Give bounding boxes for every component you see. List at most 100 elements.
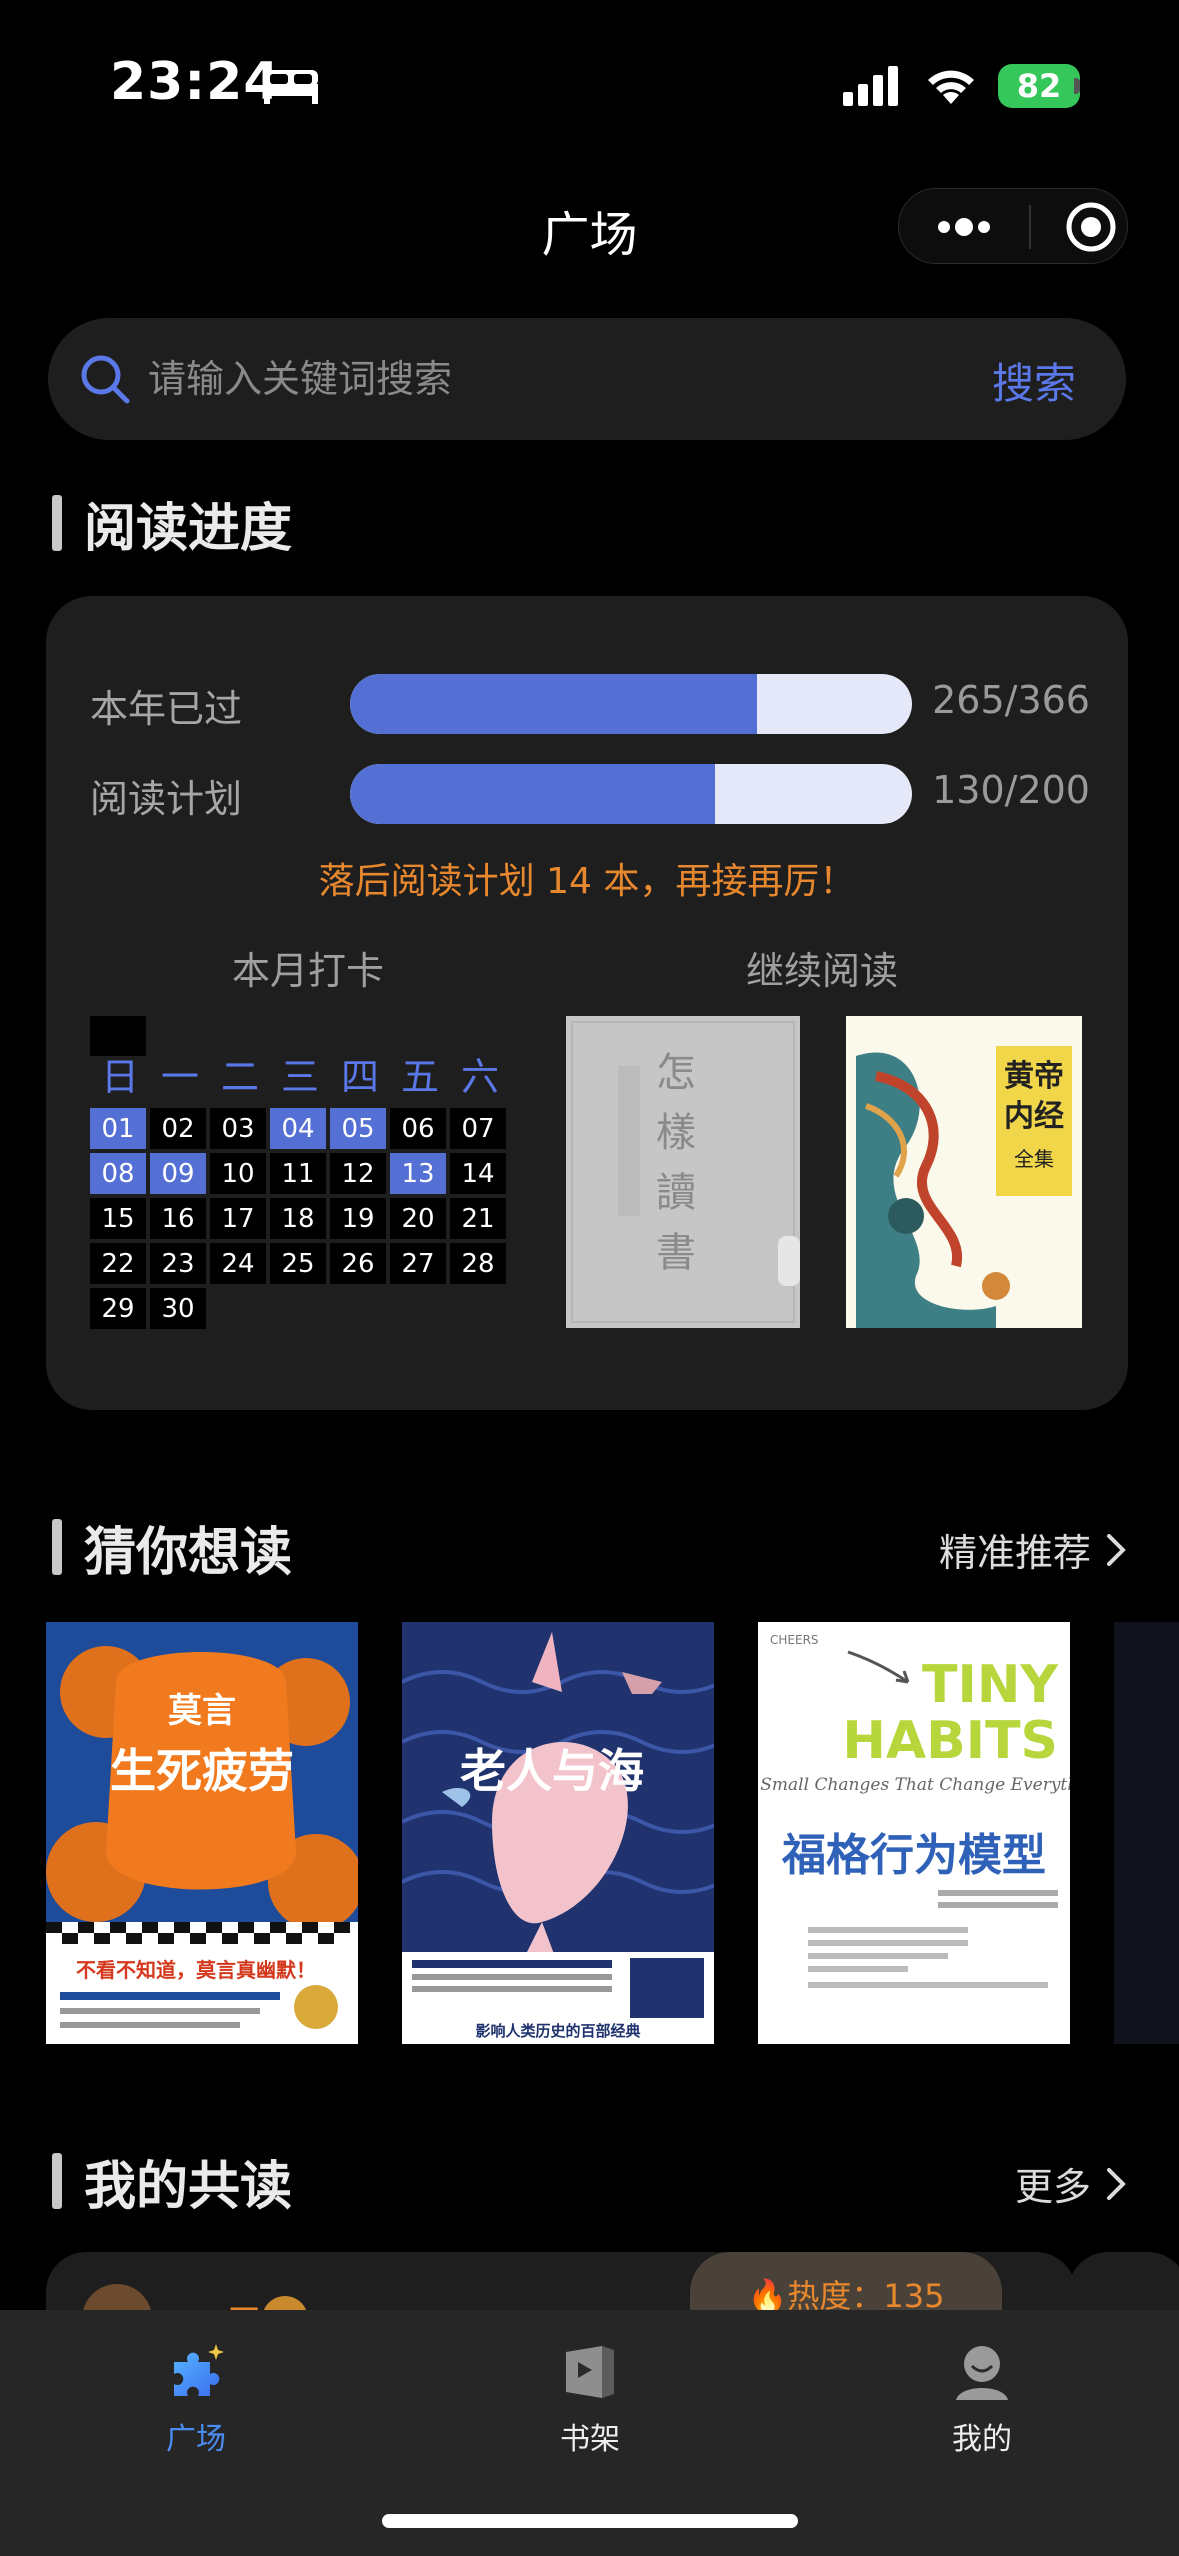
profile-icon [956,2346,1008,2400]
calendar-day: 08 [90,1153,146,1194]
progress-card: 本年已过 265/366 阅读计划 130/200 落后阅读计划 14 本，再接… [46,596,1128,1410]
search-bar[interactable]: 搜索 [48,318,1126,440]
svg-text:讀: 讀 [656,1170,696,1216]
calendar-day: 28 [450,1243,506,1284]
status-bar: 23:24 82 [0,0,1179,170]
status-time: 23:24 [110,52,281,112]
calendar-day: 29 [90,1288,146,1329]
book-headline: TINY [922,1655,1059,1715]
svg-text:樣: 樣 [656,1110,696,1156]
tab-mine[interactable]: 我的 [882,2340,1082,2480]
progress-row-plan: 阅读计划 130/200 [90,760,1090,824]
continue-book-cover[interactable]: 黄帝 内经 全集 [846,1016,1082,1328]
calendar-day: 30 [150,1288,206,1329]
search-button[interactable]: 搜索 [992,350,1076,411]
calendar-day: 01 [90,1108,146,1149]
battery-cap [1074,78,1080,94]
section-accent-bar [52,1519,62,1575]
calendar-day: 16 [150,1198,206,1239]
calendar-day: 02 [150,1108,206,1149]
target-icon[interactable] [1065,201,1117,253]
tab-label: 广场 [166,2422,226,2457]
calendar-day: 17 [210,1198,266,1239]
continue-book-cover[interactable]: 怎 樣 讀 書 [566,1016,800,1328]
weekday-label: 二 [220,1055,259,1099]
calendar-day: 04 [270,1108,326,1149]
puzzle-icon [174,2344,224,2396]
book-title: 老人与海 [460,1744,644,1798]
book-title: 福格行为模型 [781,1830,1046,1881]
calendar-day: 10 [210,1153,266,1194]
calendar-day: 22 [90,1243,146,1284]
tab-label: 书架 [560,2422,620,2457]
svg-text:書: 書 [656,1230,696,1276]
calendar-day: 19 [330,1198,386,1239]
coread-more-label: 更多 [1014,2165,1091,2209]
svg-text:全集: 全集 [1014,1147,1054,1171]
weekday-label: 四 [340,1055,379,1099]
wifi-icon [928,70,974,104]
checkin-calendar: 01 02 03 04 05 06 07 08 09 10 11 12 13 14 15 16 17 18 19 20… [90,1108,510,1329]
battery-level: 82 [1016,67,1062,105]
calendar-day: 05 [330,1108,386,1149]
book-title: 生死疲劳 [110,1744,294,1798]
book-tagline: 影响人类历史的百部经典 [475,2022,640,2040]
calendar-day: 24 [210,1243,266,1284]
section-accent-bar [52,2153,62,2209]
search-input[interactable] [148,348,908,410]
recommend-section-header: 猜你想读 [52,1512,292,1583]
calendar-day: 15 [90,1198,146,1239]
progress-label: 阅读计划 [90,777,243,821]
coread-more-link[interactable]: 更多 [1015,2156,1127,2211]
signal-icon [843,66,898,106]
weekday-label: 日 [100,1055,139,1099]
recommended-book[interactable]: 莫言 生死疲劳 不看不知道，莫言真幽默！ [46,1622,358,2044]
precise-recommend-label: 精准推荐 [938,1531,1091,1575]
recommended-book[interactable]: 老人与海 影响人类历史的百部经典 [402,1622,714,2044]
recommended-book-partial[interactable] [1114,1622,1179,2044]
weekday-label: 三 [280,1055,319,1099]
tab-plaza[interactable]: 广场 [96,2340,296,2480]
book-tagline: 不看不知道，莫言真幽默！ [76,1958,316,1982]
weekday-label: 一 [160,1055,199,1099]
calendar-day: 14 [450,1153,506,1194]
calendar-day: 06 [390,1108,446,1149]
precise-recommend-link[interactable]: 精准推荐 [939,1522,1127,1577]
svg-text:HABITS: HABITS [842,1711,1058,1771]
tab-bookshelf[interactable]: 书架 [490,2340,690,2480]
tab-label: 我的 [952,2422,1012,2457]
calendar-day: 11 [270,1153,326,1194]
calendar-day: 09 [150,1153,206,1194]
calendar-day: 03 [210,1108,266,1149]
progress-track [350,764,912,824]
calendar-day: 12 [330,1153,386,1194]
progress-label: 本年已过 [90,687,243,731]
progress-section-header: 阅读进度 [52,488,293,559]
chevron-right-icon [1107,2167,1126,2200]
progress-value: 265/366 [932,678,1090,722]
svg-text:CHEERS: CHEERS [770,1633,819,1647]
battery-icon: 82 [998,64,1080,108]
recommended-book[interactable]: CHEERS TINY HABITS The Small Changes Tha… [758,1622,1070,2044]
calendar-day: 20 [390,1198,446,1239]
progress-fill [350,674,757,734]
chevron-right-icon [1107,1533,1126,1566]
checkin-title: 本月打卡 [232,949,385,993]
svg-text:怎: 怎 [656,1050,696,1096]
svg-text:黄帝: 黄帝 [1004,1059,1064,1094]
coread-section-header: 我的共读 [52,2146,292,2217]
progress-track [350,674,912,734]
progress-section-title: 阅读进度 [84,498,293,559]
book-author: 莫言 [168,1691,236,1731]
capsule-divider [1029,205,1031,249]
calendar-weekdays: 日 一 二 三 四 五 六 [90,1046,560,1101]
book-subhead: The Small Changes That Change Everything [758,1775,1070,1795]
more-dots-icon[interactable] [899,189,1029,265]
calendar-day: 18 [270,1198,326,1239]
calendar-day: 26 [330,1243,386,1284]
mini-program-capsule [898,188,1128,264]
continue-title: 继续阅读 [746,949,899,993]
calendar-day: 13 [390,1153,446,1194]
plan-warning-text: 落后阅读计划 14 本，再接再厉！ [318,861,856,902]
svg-text:内经: 内经 [1004,1099,1064,1134]
